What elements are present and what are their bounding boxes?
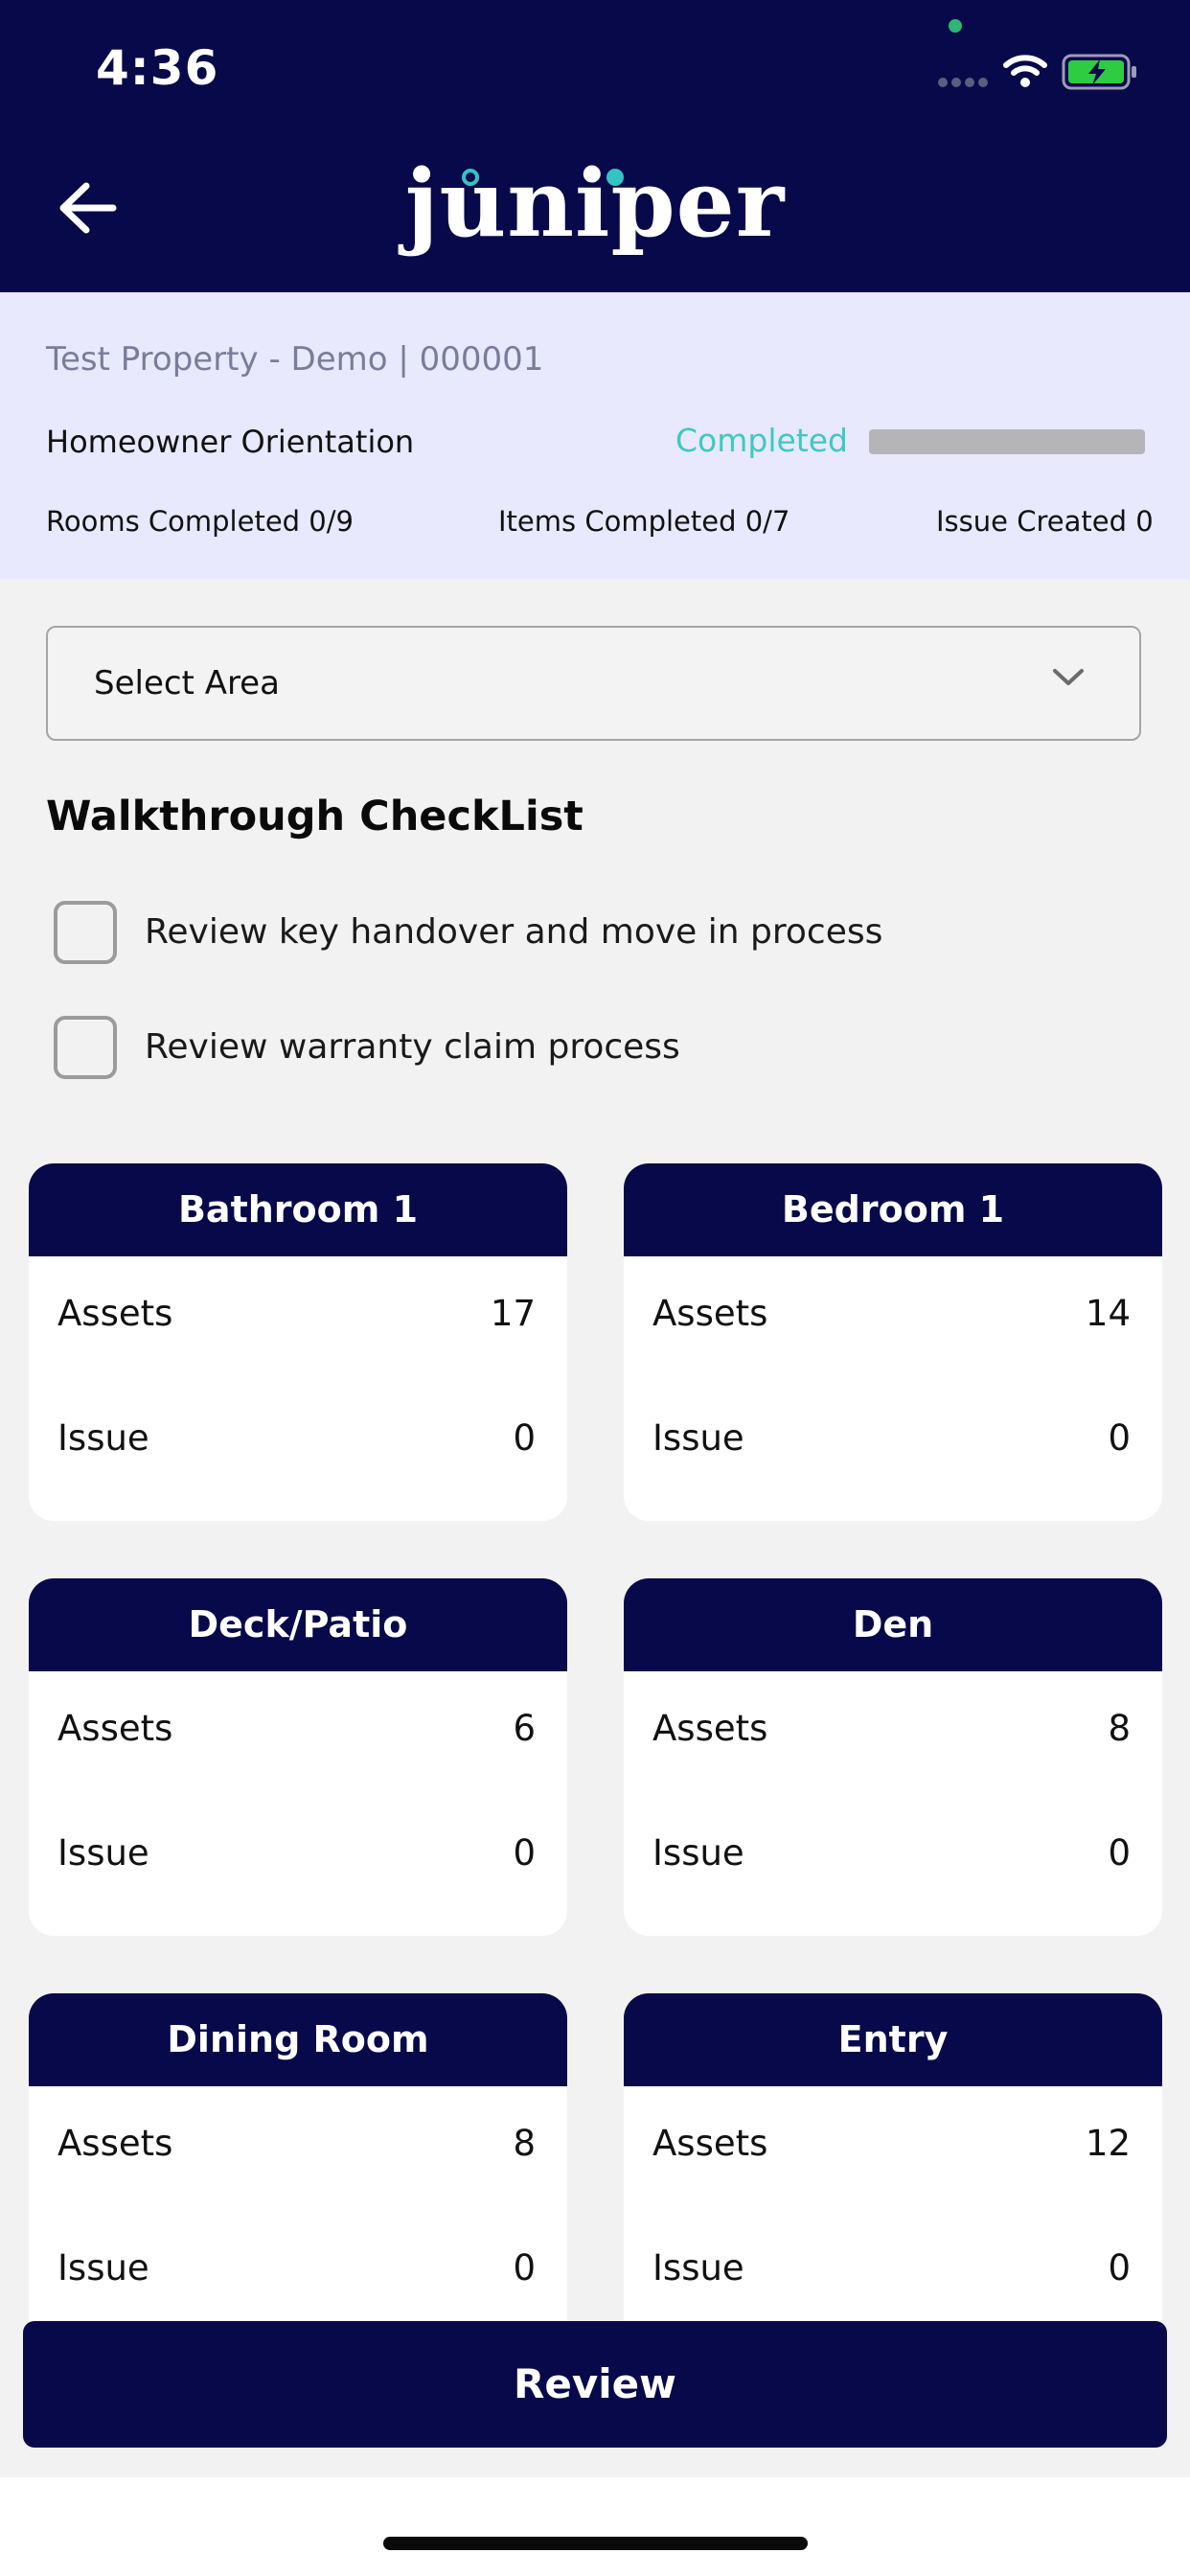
task-name: Homeowner Orientation bbox=[46, 424, 415, 460]
property-summary: Test Property - Demo | 000001 Homeowner … bbox=[0, 292, 1190, 580]
status-time: 4:36 bbox=[96, 40, 219, 96]
room-card-title: Den bbox=[624, 1578, 1162, 1671]
room-card-bedroom-1[interactable]: Bedroom 1 Assets 14 Issue 0 bbox=[624, 1163, 1162, 1521]
issue-count: 0 bbox=[513, 1832, 536, 1874]
app-header: 4:36 juniper bbox=[0, 0, 1190, 292]
issue-label: Issue bbox=[57, 1832, 149, 1874]
assets-count: 14 bbox=[1085, 1293, 1131, 1334]
assets-label: Assets bbox=[57, 1708, 173, 1749]
assets-count: 6 bbox=[513, 1708, 536, 1749]
checklist-title: Walkthrough CheckList bbox=[46, 793, 584, 840]
completion-progress-bar bbox=[869, 429, 1145, 454]
assets-count: 12 bbox=[1085, 2123, 1131, 2164]
checklist-item-label: Review key handover and move in process bbox=[145, 912, 883, 952]
room-card-deck-patio[interactable]: Deck/Patio Assets 6 Issue 0 bbox=[29, 1578, 567, 1936]
room-card-entry[interactable]: Entry Assets 12 Issue 0 bbox=[624, 1993, 1162, 2351]
checkbox[interactable] bbox=[54, 901, 117, 964]
assets-label: Assets bbox=[652, 1293, 768, 1334]
issue-label: Issue bbox=[57, 1417, 149, 1459]
assets-row: Assets 8 bbox=[57, 2123, 536, 2164]
battery-charging-icon bbox=[1062, 54, 1136, 90]
room-card-bathroom-1[interactable]: Bathroom 1 Assets 17 Issue 0 bbox=[29, 1163, 567, 1521]
assets-count: 8 bbox=[1108, 1708, 1131, 1749]
issue-row: Issue 0 bbox=[57, 1417, 536, 1459]
checkbox[interactable] bbox=[54, 1016, 117, 1079]
issue-row: Issue 0 bbox=[652, 1832, 1131, 1874]
chevron-down-icon bbox=[1053, 669, 1084, 685]
room-card-title: Deck/Patio bbox=[29, 1578, 567, 1671]
issue-count: 0 bbox=[1108, 1832, 1131, 1874]
assets-label: Assets bbox=[57, 1293, 173, 1334]
cellular-signal-icon bbox=[938, 78, 988, 87]
issue-row: Issue 0 bbox=[652, 2247, 1131, 2288]
home-indicator[interactable] bbox=[383, 2537, 808, 2550]
select-area-label: Select Area bbox=[94, 664, 280, 702]
issue-label: Issue bbox=[652, 1832, 744, 1874]
assets-row: Assets 8 bbox=[652, 1708, 1131, 1749]
issue-row: Issue 0 bbox=[652, 1417, 1131, 1459]
issues-created: Issue Created 0 bbox=[936, 505, 1154, 538]
assets-label: Assets bbox=[652, 2123, 768, 2164]
assets-label: Assets bbox=[57, 2123, 173, 2164]
main-content: Select Area Walkthrough CheckList Review… bbox=[0, 580, 1190, 2477]
room-card-dining-room[interactable]: Dining Room Assets 8 Issue 0 bbox=[29, 1993, 567, 2351]
issue-count: 0 bbox=[1108, 1417, 1131, 1459]
items-completed: Items Completed 0/7 bbox=[498, 505, 790, 538]
issue-label: Issue bbox=[57, 2247, 149, 2288]
juniper-logo: juniper bbox=[404, 150, 786, 258]
issue-count: 0 bbox=[513, 1417, 536, 1459]
assets-row: Assets 17 bbox=[57, 1293, 536, 1334]
assets-count: 8 bbox=[513, 2123, 536, 2164]
issue-count: 0 bbox=[1108, 2247, 1131, 2288]
assets-label: Assets bbox=[652, 1708, 768, 1749]
review-button[interactable]: Review bbox=[23, 2321, 1167, 2448]
issue-row: Issue 0 bbox=[57, 1832, 536, 1874]
room-card-title: Bathroom 1 bbox=[29, 1163, 567, 1256]
property-name: Test Property - Demo | 000001 bbox=[46, 340, 544, 379]
logo-dot-right bbox=[606, 169, 624, 186]
completion-status: Completed bbox=[675, 422, 848, 459]
assets-row: Assets 12 bbox=[652, 2123, 1131, 2164]
app-screen: 4:36 juniper Test Property - Demo | 0000… bbox=[0, 0, 1190, 2576]
issue-row: Issue 0 bbox=[57, 2247, 536, 2288]
assets-count: 17 bbox=[490, 1293, 536, 1334]
select-area-dropdown[interactable]: Select Area bbox=[46, 626, 1141, 741]
issue-label: Issue bbox=[652, 2247, 744, 2288]
room-card-title: Bedroom 1 bbox=[624, 1163, 1162, 1256]
room-card-title: Entry bbox=[624, 1993, 1162, 2086]
wifi-icon bbox=[1003, 55, 1047, 87]
privacy-indicator-dot bbox=[949, 19, 962, 33]
room-card-den[interactable]: Den Assets 8 Issue 0 bbox=[624, 1578, 1162, 1936]
rooms-completed: Rooms Completed 0/9 bbox=[46, 505, 354, 538]
issue-count: 0 bbox=[513, 2247, 536, 2288]
checklist-item-label: Review warranty claim process bbox=[145, 1027, 680, 1067]
assets-row: Assets 14 bbox=[652, 1293, 1131, 1334]
room-card-title: Dining Room bbox=[29, 1993, 567, 2086]
logo-dot-left bbox=[462, 169, 479, 186]
assets-row: Assets 6 bbox=[57, 1708, 536, 1749]
issue-label: Issue bbox=[652, 1417, 744, 1459]
